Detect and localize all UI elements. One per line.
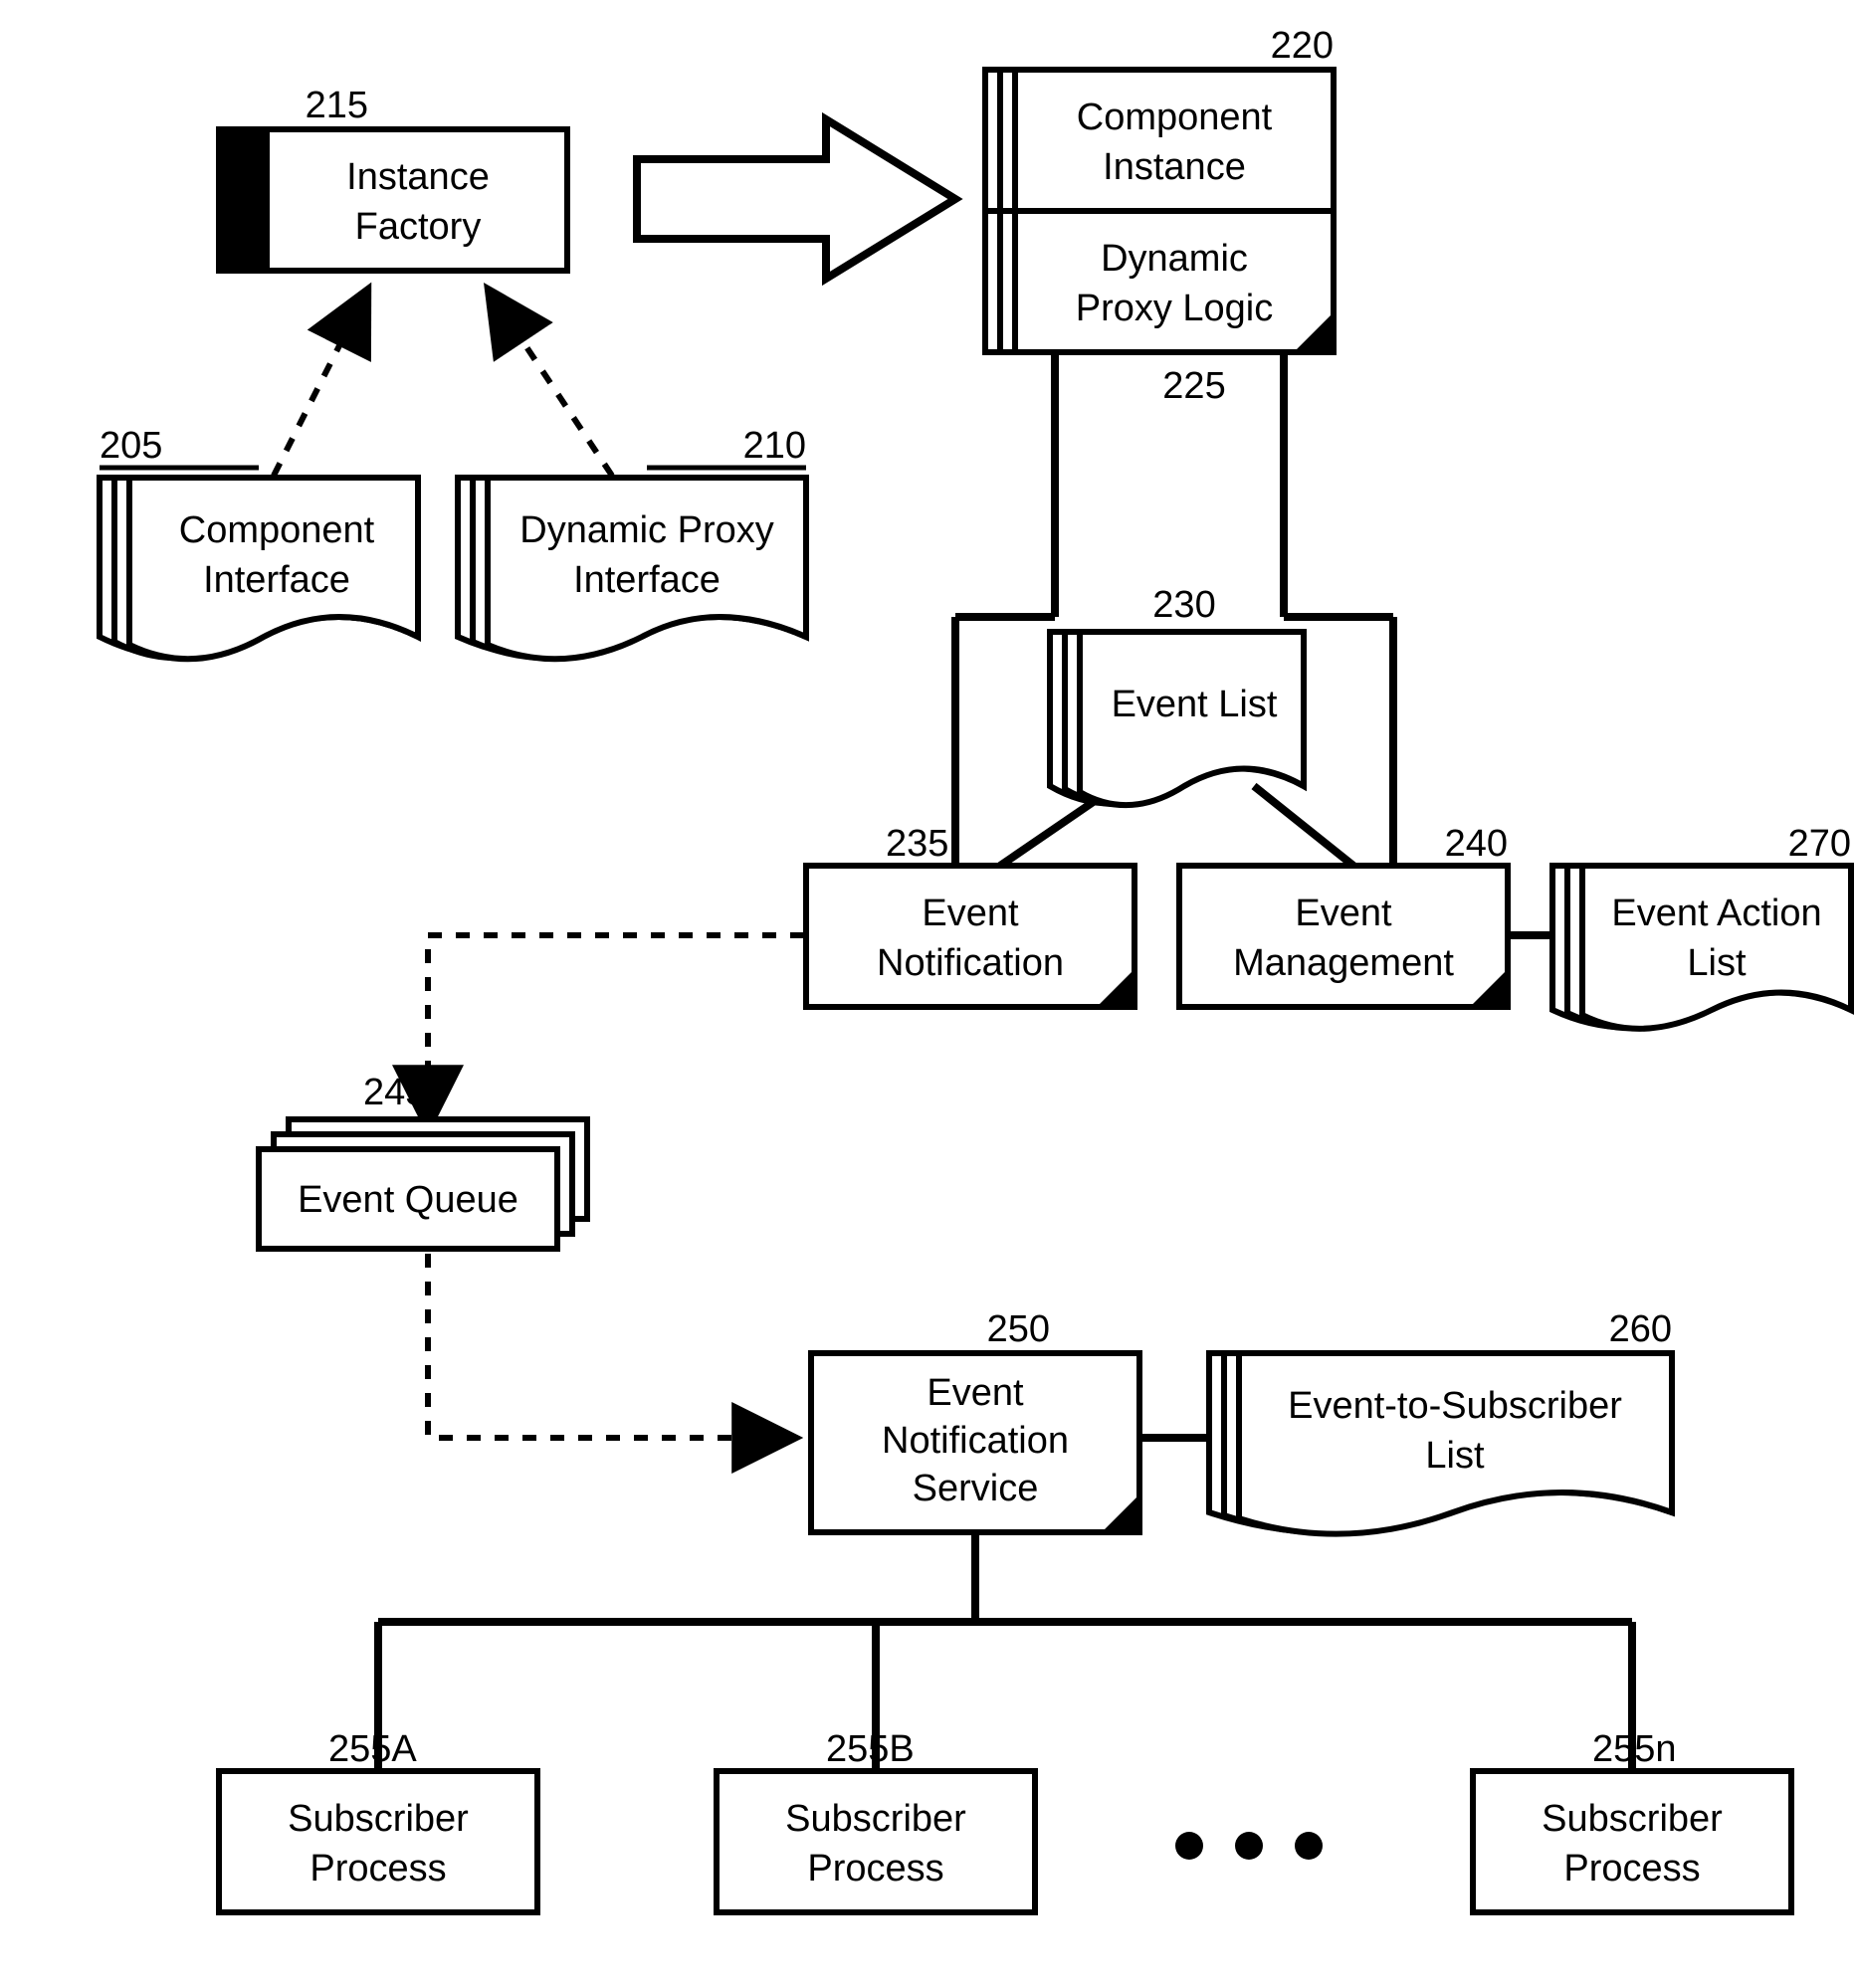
label-line2: Factory: [355, 206, 482, 248]
event-to-subscriber-list: 260 Event-to-Subscriber List: [1209, 1308, 1672, 1534]
subscriber-process-a: 255A Subscriber Process: [219, 1728, 537, 1912]
connector: [1254, 786, 1353, 866]
label-line2: Proxy Logic: [1076, 288, 1274, 329]
id-label: 210: [743, 425, 806, 467]
label-line2: Process: [1563, 1848, 1700, 1889]
label-line2: Notification: [877, 942, 1064, 984]
event-queue: 245 Event Queue: [259, 1072, 587, 1249]
label-line1: Event Action: [1611, 893, 1821, 934]
connector: [1000, 801, 1095, 866]
id-label: 270: [1788, 823, 1851, 865]
label-line1: Event-to-Subscriber: [1288, 1385, 1622, 1427]
label-line1: Event Queue: [298, 1179, 518, 1221]
label-line2: Notification: [882, 1420, 1069, 1462]
label-line2: Management: [1233, 942, 1454, 984]
label-line1: Dynamic: [1101, 238, 1248, 280]
dynamic-proxy-interface: 210 Dynamic Proxy Interface: [458, 425, 806, 659]
ellipsis-icon: [1175, 1832, 1323, 1860]
event-notification-service: 250 Event Notification Service: [811, 1308, 1139, 1532]
label-line1: Dynamic Proxy: [519, 509, 774, 551]
label-line1: Event List: [1112, 684, 1278, 725]
label-line1: Component: [179, 509, 375, 551]
component-interface: 205 Component Interface: [100, 425, 418, 659]
label-line2: List: [1425, 1435, 1485, 1477]
label-line1: Subscriber: [785, 1798, 966, 1840]
event-notification: 235 Event Notification: [806, 823, 1134, 1007]
label-line2: Interface: [203, 559, 350, 601]
label-line1: Event: [927, 1372, 1024, 1414]
architecture-diagram: 215 Instance Factory 220 Component Insta…: [0, 0, 1856, 1988]
label-line2: Process: [309, 1848, 446, 1889]
id-label: 250: [987, 1308, 1050, 1350]
label-line1: Event: [1295, 893, 1392, 934]
label-line3: Service: [913, 1468, 1039, 1509]
event-action-list: 270 Event Action List: [1552, 823, 1851, 1029]
subscriber-process-b: 255B Subscriber Process: [717, 1728, 1035, 1912]
id-label: 230: [1152, 584, 1215, 626]
id-label: 255n: [1592, 1728, 1677, 1770]
label-line1: Event: [922, 893, 1019, 934]
label-line1: Instance: [346, 156, 490, 198]
label-line2: Interface: [573, 559, 721, 601]
label-line1: Subscriber: [1542, 1798, 1723, 1840]
flow-arrow-icon: [637, 119, 955, 279]
event-list: 230 Event List: [1050, 584, 1304, 805]
id-label: 240: [1445, 823, 1508, 865]
label-line2: List: [1687, 942, 1747, 984]
label-line2: Process: [807, 1848, 943, 1889]
id-label: 225: [1162, 365, 1225, 407]
id-label: 235: [886, 823, 948, 865]
dashed-arrow: [274, 289, 368, 476]
dashed-arrow: [488, 289, 612, 476]
dashed-arrow: [428, 935, 804, 1129]
id-label: 260: [1609, 1308, 1672, 1350]
label-line2: Instance: [1103, 146, 1246, 188]
id-label: 205: [100, 425, 162, 467]
id-label: 220: [1271, 25, 1334, 67]
dashed-arrow: [428, 1254, 796, 1438]
label-line1: Subscriber: [288, 1798, 469, 1840]
component-instance: 220 Component Instance: [985, 25, 1334, 211]
id-label: 245: [363, 1072, 426, 1113]
id-label: 255B: [826, 1728, 915, 1770]
event-management: 240 Event Management: [1179, 823, 1508, 1007]
subscriber-process-n: 255n Subscriber Process: [1473, 1728, 1791, 1912]
label-line1: Component: [1077, 97, 1273, 138]
instance-factory: 215 Instance Factory: [219, 85, 567, 271]
id-label: 215: [306, 85, 368, 126]
id-label: 255A: [328, 1728, 417, 1770]
